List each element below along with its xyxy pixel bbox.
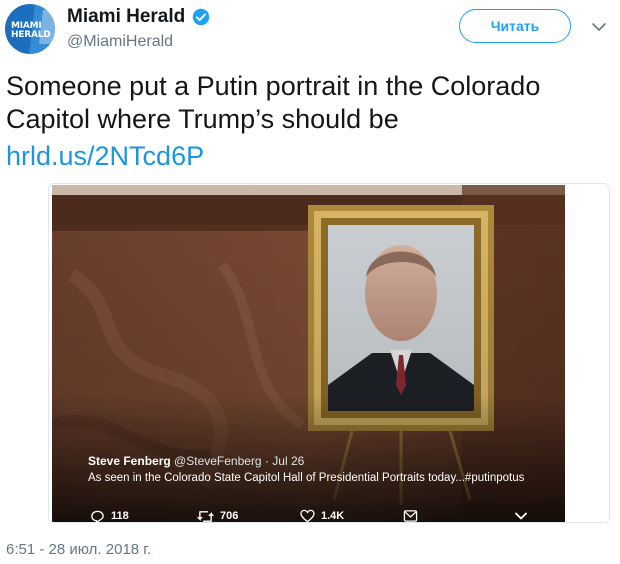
retweet-icon bbox=[197, 510, 214, 522]
embedded-author[interactable]: Steve Fenberg @SteveFenberg · Jul 26 bbox=[88, 454, 304, 468]
avatar[interactable]: MIAMI HERALD bbox=[5, 4, 55, 54]
reply-count: 118 bbox=[111, 510, 129, 522]
retweet-count: 706 bbox=[220, 510, 239, 522]
like-count: 1.4K bbox=[321, 510, 345, 522]
account-handle[interactable]: @MiamiHerald bbox=[67, 33, 173, 51]
account-name[interactable]: Miami Herald bbox=[67, 6, 185, 28]
embedded-author-name: Steve Fenberg bbox=[88, 454, 171, 468]
embedded-text: As seen in the Colorado State Capitol Ha… bbox=[88, 472, 525, 484]
message-action[interactable] bbox=[403, 507, 418, 525]
chevron-down-icon[interactable] bbox=[589, 17, 609, 37]
avatar-logo-text: MIAMI HERALD bbox=[11, 21, 51, 40]
verified-badge-icon bbox=[192, 8, 210, 26]
like-action[interactable]: 1.4K bbox=[300, 507, 344, 525]
tweet-text: Someone put a Putin portrait in the Colo… bbox=[6, 71, 541, 134]
chevron-down-icon bbox=[515, 512, 527, 520]
retweet-action[interactable]: 706 bbox=[197, 507, 238, 525]
reply-icon bbox=[91, 510, 104, 524]
tweet-link[interactable]: hrld.us/2NTcd6P bbox=[6, 140, 204, 173]
follow-button[interactable]: Читать bbox=[459, 9, 571, 43]
embedded-author-meta: @SteveFenberg · Jul 26 bbox=[174, 454, 305, 468]
tweet-timestamp[interactable]: 6:51 - 28 июл. 2018 г. bbox=[6, 541, 151, 558]
envelope-icon bbox=[403, 510, 418, 522]
more-action[interactable] bbox=[514, 507, 528, 525]
heart-icon bbox=[300, 509, 315, 523]
reply-action[interactable]: 118 bbox=[90, 507, 129, 525]
